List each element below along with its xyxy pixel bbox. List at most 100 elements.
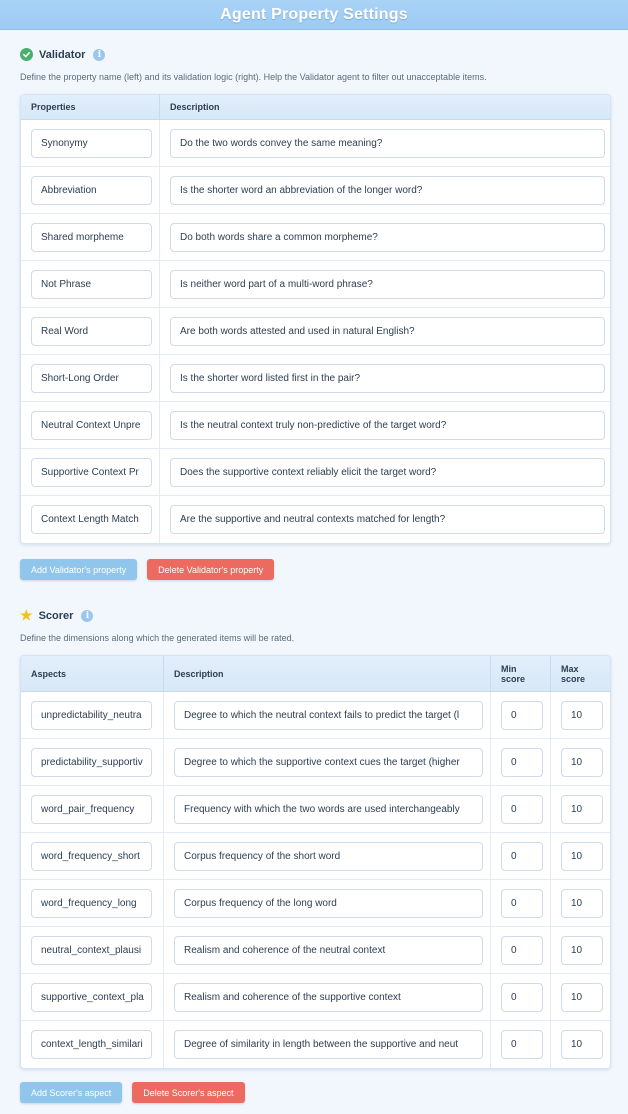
column-header-properties: Properties	[21, 95, 160, 119]
property-name-input[interactable]: Synonymy	[31, 128, 152, 158]
max-score-input[interactable]: 10	[561, 935, 603, 965]
max-score-cell: 10	[551, 833, 610, 879]
aspect-name-input[interactable]: predictability_supportiv	[31, 747, 152, 777]
property-name-input[interactable]: Not Phrase	[31, 269, 152, 299]
aspect-description-input[interactable]: Frequency with which the two words are u…	[174, 794, 483, 824]
property-description-input[interactable]: Are the supportive and neutral contexts …	[170, 505, 605, 534]
max-score-line2: score	[561, 673, 586, 684]
min-score-input[interactable]: 0	[501, 935, 543, 965]
delete-scorer-aspect-button[interactable]: Delete Scorer's aspect	[132, 1082, 245, 1103]
aspect-description-input[interactable]: Degree to which the supportive context c…	[174, 747, 483, 777]
table-row: predictability_supportiv Degree to which …	[21, 739, 610, 786]
description-cell: Is the shorter word an abbreviation of t…	[160, 167, 610, 213]
add-validator-property-button[interactable]: Add Validator's property	[20, 559, 138, 580]
description-cell: Degree to which the neutral context fail…	[164, 692, 491, 738]
aspect-name-input[interactable]: context_length_similari	[31, 1030, 152, 1059]
delete-validator-property-button[interactable]: Delete Validator's property	[147, 559, 275, 580]
aspect-description-input[interactable]: Realism and coherence of the supportive …	[174, 982, 483, 1012]
property-description-input[interactable]: Does the supportive context reliably eli…	[170, 457, 605, 487]
property-description-input[interactable]: Is the shorter word an abbreviation of t…	[170, 175, 605, 205]
property-name-input[interactable]: Shared morpheme	[31, 222, 152, 252]
aspect-name-input[interactable]: neutral_context_plausi	[31, 935, 152, 965]
info-icon[interactable]: i	[93, 48, 106, 61]
max-score-input[interactable]: 10	[561, 794, 603, 824]
aspect-name-input[interactable]: word_pair_frequency	[31, 794, 152, 824]
title-bar: Agent Property Settings	[0, 0, 628, 30]
min-score-input[interactable]: 0	[501, 747, 543, 777]
info-icon[interactable]: i	[81, 609, 94, 622]
property-name-input[interactable]: Short-Long Order	[31, 363, 152, 393]
property-description-input[interactable]: Is the shorter word listed first in the …	[170, 363, 605, 393]
check-circle-icon	[20, 48, 33, 61]
min-score-cell: 0	[491, 739, 551, 785]
description-cell: Is the shorter word listed first in the …	[160, 355, 610, 401]
min-score-input[interactable]: 0	[501, 982, 543, 1012]
max-score-input[interactable]: 10	[561, 888, 603, 918]
property-cell: Synonymy	[21, 120, 160, 166]
max-score-input[interactable]: 10	[561, 1030, 603, 1059]
table-row: context_length_similari Degree of similar…	[21, 1021, 610, 1068]
scorer-actions: Add Scorer's aspect Delete Scorer's aspe…	[20, 1082, 612, 1103]
aspect-description-input[interactable]: Corpus frequency of the short word	[174, 841, 483, 871]
property-cell: Not Phrase	[21, 261, 160, 307]
min-score-input[interactable]: 0	[501, 794, 543, 824]
aspect-description-input[interactable]: Corpus frequency of the long word	[174, 888, 483, 918]
property-name-input[interactable]: Context Length Match	[31, 505, 152, 534]
max-score-input[interactable]: 10	[561, 841, 603, 871]
max-score-input[interactable]: 10	[561, 747, 603, 777]
property-name-input[interactable]: Supportive Context Pr	[31, 457, 152, 487]
aspect-cell: word_frequency_long	[21, 880, 164, 926]
property-description-input[interactable]: Is the neutral context truly non-predict…	[170, 410, 605, 440]
table-row: Short-Long Order Is the shorter word list…	[21, 355, 610, 402]
property-name-input[interactable]: Neutral Context Unpre	[31, 410, 152, 440]
aspect-description-input[interactable]: Degree of similarity in length between t…	[174, 1030, 483, 1059]
table-row: supportive_context_pla Realism and cohere…	[21, 974, 610, 1021]
property-description-input[interactable]: Do both words share a common morpheme?	[170, 222, 605, 252]
description-cell: Degree of similarity in length between t…	[164, 1021, 491, 1068]
table-row: Abbreviation Is the shorter word an abbre…	[21, 167, 610, 214]
property-description-input[interactable]: Are both words attested and used in natu…	[170, 316, 605, 346]
property-description-input[interactable]: Is neither word part of a multi-word phr…	[170, 269, 605, 299]
description-cell: Realism and coherence of the supportive …	[164, 974, 491, 1020]
max-score-input[interactable]: 10	[561, 700, 603, 730]
property-name-input[interactable]: Real Word	[31, 316, 152, 346]
aspect-name-input[interactable]: unpredictability_neutra	[31, 700, 152, 730]
min-score-input[interactable]: 0	[501, 1030, 543, 1059]
aspect-cell: predictability_supportiv	[21, 739, 164, 785]
table-row: Shared morpheme Do both words share a com…	[21, 214, 610, 261]
property-cell: Neutral Context Unpre	[21, 402, 160, 448]
min-score-cell: 0	[491, 692, 551, 738]
property-description-input[interactable]: Do the two words convey the same meaning…	[170, 128, 605, 158]
min-score-input[interactable]: 0	[501, 888, 543, 918]
description-cell: Degree to which the supportive context c…	[164, 739, 491, 785]
property-cell: Shared morpheme	[21, 214, 160, 260]
max-score-input[interactable]: 10	[561, 982, 603, 1012]
min-score-cell: 0	[491, 927, 551, 973]
column-header-description: Description	[170, 102, 220, 112]
min-score-input[interactable]: 0	[501, 841, 543, 871]
description-cell: Realism and coherence of the neutral con…	[164, 927, 491, 973]
aspect-name-input[interactable]: word_frequency_short	[31, 841, 152, 871]
aspect-description-input[interactable]: Degree to which the neutral context fail…	[174, 700, 483, 730]
aspect-description-input[interactable]: Realism and coherence of the neutral con…	[174, 935, 483, 965]
table-header: Aspects Description Min score Max score	[21, 656, 610, 692]
table-row: Supportive Context Pr Does the supportive…	[21, 449, 610, 496]
max-score-line1: Max	[561, 663, 579, 674]
aspect-name-input[interactable]: word_frequency_long	[31, 888, 152, 918]
description-cell: Is neither word part of a multi-word phr…	[160, 261, 610, 307]
table-row: Neutral Context Unpre Is the neutral cont…	[21, 402, 610, 449]
description-cell: Are both words attested and used in natu…	[160, 308, 610, 354]
scorer-heading: ★ Scorer i	[20, 608, 612, 622]
add-scorer-aspect-button[interactable]: Add Scorer's aspect	[20, 1082, 123, 1103]
min-score-cell: 0	[491, 974, 551, 1020]
validator-title: Validator	[39, 48, 86, 61]
aspect-cell: supportive_context_pla	[21, 974, 164, 1020]
property-name-input[interactable]: Abbreviation	[31, 175, 152, 205]
aspect-name-input[interactable]: supportive_context_pla	[31, 982, 152, 1012]
description-cell: Are the supportive and neutral contexts …	[160, 496, 610, 543]
max-score-cell: 10	[551, 974, 610, 1020]
validator-table: Properties Description Synonymy Do the tw…	[20, 94, 611, 544]
validator-heading: Validator i	[20, 48, 612, 61]
table-row: word_frequency_short Corpus frequency of …	[21, 833, 610, 880]
min-score-input[interactable]: 0	[501, 700, 543, 730]
